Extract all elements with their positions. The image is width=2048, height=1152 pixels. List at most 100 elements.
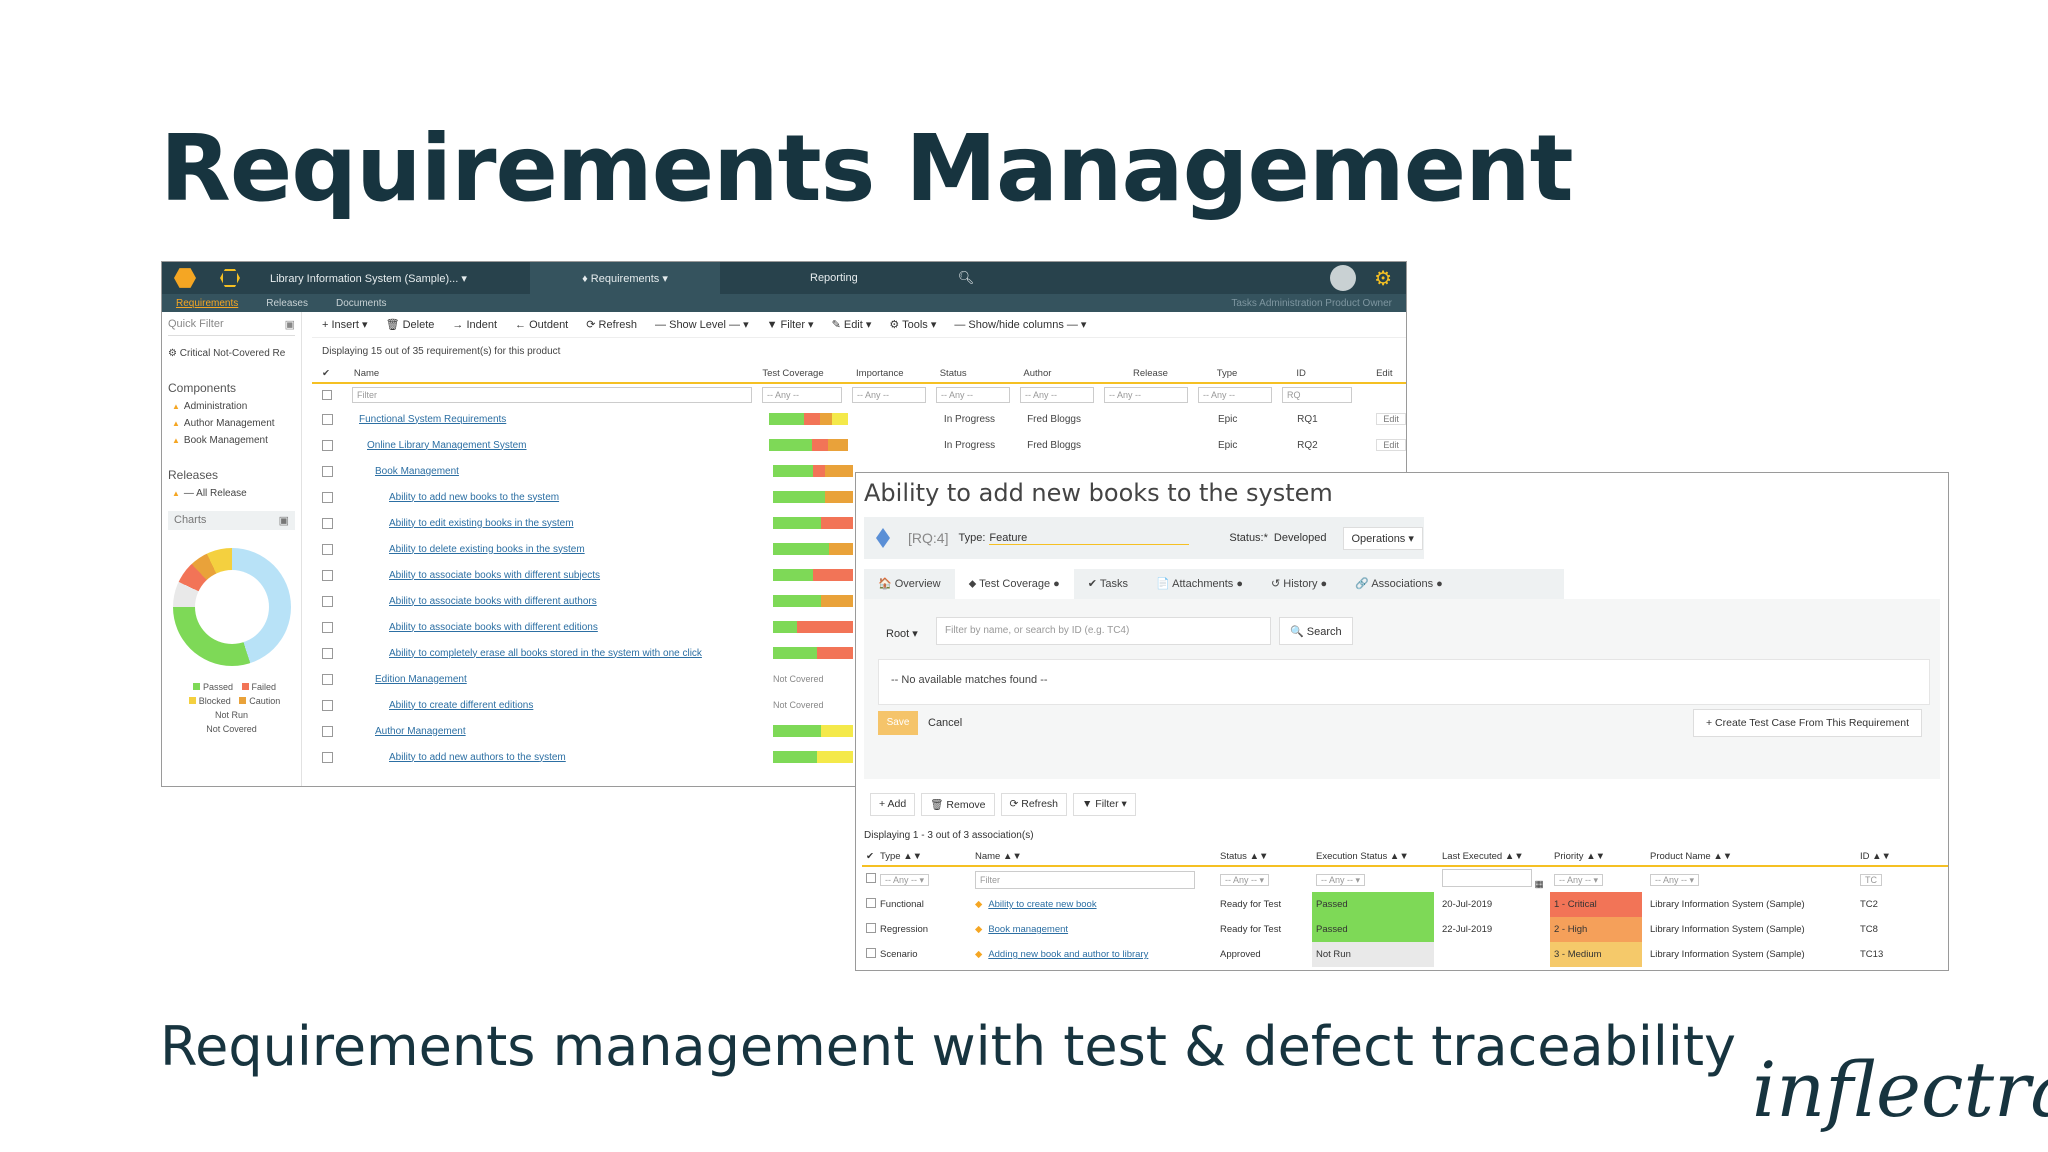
subtab-requirements[interactable]: Requirements [162,298,252,309]
row-checkbox[interactable] [322,439,333,451]
product-icon[interactable] [220,269,240,287]
collapse-icon[interactable]: ▣ [279,514,289,527]
column-type[interactable]: Type ▲▼ [876,851,971,862]
checkbox[interactable] [866,898,876,908]
status-filter-select[interactable]: -- Any -- ▾ [1220,873,1270,886]
row-checkbox[interactable] [322,751,333,763]
row-checkbox[interactable] [862,923,876,936]
subtab-releases[interactable]: Releases [252,298,322,309]
user-avatar[interactable] [1330,265,1357,291]
filter-row-checkbox[interactable] [862,873,876,886]
row-checkbox[interactable] [322,725,333,737]
status-value[interactable]: Developed [1274,532,1327,544]
nav-requirements[interactable]: ♦ Requirements ▾ [530,262,720,294]
requirement-name-link[interactable]: Ability to edit existing books in the sy… [353,518,773,529]
row-checkbox[interactable] [322,621,333,633]
exec-filter[interactable]: -- Any -- ▾ [1312,872,1438,888]
coverage-filter-select[interactable]: -- Any -- [762,387,842,403]
status-filter-select[interactable]: -- Any -- [936,387,1010,403]
checkbox[interactable] [866,873,876,883]
refresh-button[interactable]: ⟳ Refresh [1000,793,1067,816]
row-checkbox[interactable] [862,898,876,911]
product-filter[interactable]: -- Any -- ▾ [1646,872,1856,888]
column-type[interactable]: Type [1217,368,1297,379]
row-checkbox[interactable] [322,647,333,659]
row-edit-button[interactable]: Edit [1376,413,1406,425]
priority-filter-select[interactable]: -- Any -- ▾ [1554,873,1604,886]
filter-button[interactable]: ▼ Filter ▾ [1073,793,1136,816]
requirement-name-link[interactable]: Ability to add new books to the system [353,492,773,503]
product-filter-select[interactable]: -- Any -- ▾ [1650,873,1700,886]
quick-filter[interactable]: Quick Filter ▣ [168,318,295,336]
requirement-name-link[interactable]: Ability to add new authors to the system [353,752,773,763]
author-filter-select[interactable]: -- Any -- [1020,387,1094,403]
status-filter[interactable]: -- Any -- ▾ [1216,872,1312,888]
critical-filter[interactable]: ⚙ Critical Not-Covered Re [168,348,295,359]
column-edit[interactable]: Edit [1376,368,1406,379]
row-checkbox[interactable] [322,517,333,529]
delete-button[interactable]: 🗑 Delete [386,318,435,331]
row-checkbox[interactable] [322,543,333,555]
row-checkbox[interactable] [322,465,333,477]
calendar-icon[interactable]: ▦ [1535,879,1544,890]
select-all-checkbox[interactable]: ✔ [322,368,354,379]
collapse-icon[interactable]: ▣ [285,318,295,331]
checkbox[interactable] [866,923,876,933]
requirement-name-link[interactable]: Online Library Management System [353,440,769,451]
priority-filter[interactable]: -- Any -- ▾ [1550,872,1646,888]
test-case-name[interactable]: Adding new book and author to library [975,949,1148,960]
refresh-button[interactable]: ⟳ Refresh [586,318,637,331]
remove-button[interactable]: 🗑 Remove [921,793,995,816]
release-all[interactable]: — All Release [168,488,295,499]
column-last-executed[interactable]: Last Executed ▲▼ [1438,851,1550,862]
requirement-name-link[interactable]: Edition Management [353,674,773,685]
indent-button[interactable]: → Indent [452,319,497,331]
column-id[interactable]: ID [1296,368,1376,379]
requirement-name-link[interactable]: Ability to associate books with differen… [353,622,773,633]
column-product-name[interactable]: Product Name ▲▼ [1646,851,1856,862]
test-case-row[interactable]: Scenario Adding new book and author to li… [862,942,1948,967]
column-name[interactable]: Name ▲▼ [971,851,1216,862]
gears-icon[interactable]: ⚙ [1374,266,1392,291]
tab-associations[interactable]: 🔗 Associations ● [1341,569,1457,599]
column-execution-status[interactable]: Execution Status ▲▼ [1312,851,1438,862]
row-checkbox[interactable] [862,948,876,961]
row-checkbox[interactable] [322,699,333,711]
component-book-management[interactable]: Book Management [168,435,295,446]
requirement-name-link[interactable]: Ability to associate books with differen… [353,596,773,607]
id-filter-input[interactable]: RQ [1282,387,1352,403]
column-importance[interactable]: Importance [856,368,940,379]
tab-history[interactable]: ↺ History ● [1257,569,1341,599]
tab-attachments[interactable]: 📄 Attachments ● [1142,569,1257,599]
requirement-row[interactable]: Functional System Requirements In Progres… [312,406,1406,432]
test-case-row[interactable]: Functional Ability to create new book Read… [862,892,1948,917]
row-checkbox[interactable] [322,491,333,503]
subtab-documents[interactable]: Documents [322,298,401,309]
requirement-row[interactable]: Online Library Management System In Progr… [312,432,1406,458]
id-filter-input[interactable]: TC [1860,873,1882,886]
search-button[interactable]: 🔍 Search [1279,617,1353,645]
test-case-link[interactable]: Ability to create new book [971,899,1216,910]
column-priority[interactable]: Priority ▲▼ [1550,851,1646,862]
test-case-link[interactable]: Adding new book and author to library [971,949,1216,960]
column-name[interactable]: Name [354,368,763,379]
select-all-checkbox[interactable]: ✔ [862,851,876,862]
operations-button[interactable]: Operations ▾ [1342,526,1423,550]
row-checkbox[interactable] [322,595,333,607]
exec-filter-select[interactable]: -- Any -- ▾ [1316,873,1366,886]
name-filter[interactable]: Filter [971,870,1216,889]
row-checkbox[interactable] [322,569,333,581]
requirement-name-link[interactable]: Author Management [353,726,773,737]
tools-button[interactable]: ⚙ Tools ▾ [889,318,936,331]
requirement-name-link[interactable]: Ability to completely erase all books st… [353,648,773,659]
charts-header[interactable]: Charts ▣ [168,511,295,530]
insert-button[interactable]: + Insert ▾ [322,318,368,331]
component-administration[interactable]: Administration [168,401,295,412]
show-level-select[interactable]: — Show Level — ▾ [655,318,749,331]
requirement-name-link[interactable]: Book Management [353,466,773,477]
column-status[interactable]: Status ▲▼ [1216,851,1312,862]
test-filter-input[interactable]: Filter by name, or search by ID (e.g. TC… [936,617,1271,645]
requirement-name-link[interactable]: Ability to create different editions [353,700,773,711]
requirement-name-link[interactable]: Ability to delete existing books in the … [353,544,773,555]
type-filter-select[interactable]: -- Any -- [1198,387,1272,403]
